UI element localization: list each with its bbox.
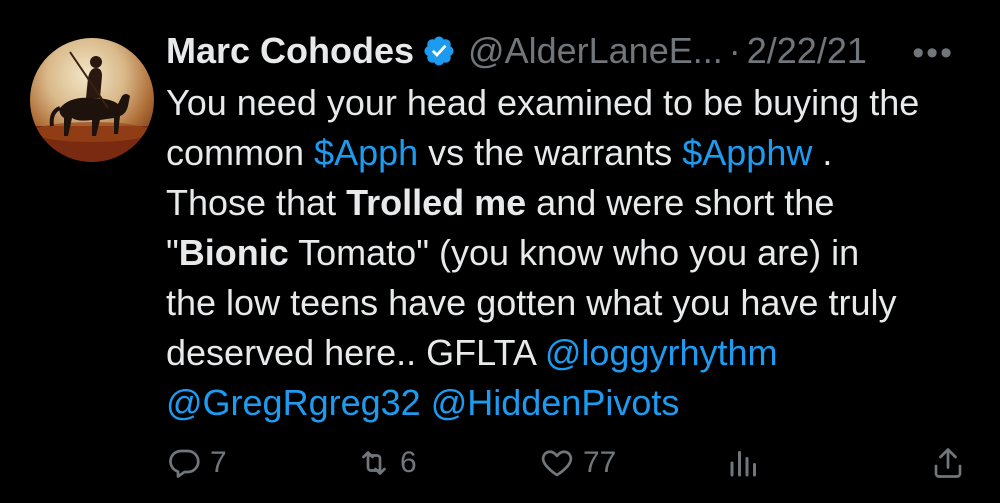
like-button[interactable]: 77 [539, 438, 616, 488]
tweet-text-line: @GregRgreg32 @HiddenPivots [166, 378, 986, 428]
text-segment: the low teens have gotten what you have … [166, 282, 897, 323]
tweet-text-line: the low teens have gotten what you have … [166, 278, 986, 328]
text-segment: deserved here.. GFLTA [166, 332, 545, 373]
text-segment: Those that [166, 182, 347, 223]
bold-text: Trolled me [346, 182, 527, 223]
action-bar: 7 6 77 [166, 438, 986, 488]
tweet-text-line: "Bionic Tomato" (you know who you are) i… [166, 228, 986, 278]
header-separator: · [728, 30, 741, 71]
tweet-date[interactable]: 2/22/21 [747, 30, 867, 72]
tweet-header: Marc Cohodes @AlderLaneE... · 2/22/21 ••… [166, 26, 980, 76]
tweet-text-line: common $Apph vs the warrants $Apphw . [166, 128, 986, 178]
cashtag-link[interactable]: $Apph [314, 132, 418, 173]
mention-link[interactable]: @loggyrhythm [545, 332, 778, 373]
views-icon [730, 451, 756, 477]
text-segment: Tomato" (you know who you are) in [288, 232, 860, 273]
mention-link[interactable]: @HiddenPivots [431, 382, 680, 423]
tweet-text-line: You need your head examined to be buying… [166, 78, 986, 128]
text-segment [421, 382, 431, 423]
text-segment: common [166, 132, 315, 173]
cashtag-link[interactable]: $Apphw [682, 132, 812, 173]
views-button[interactable] [726, 438, 762, 488]
reply-button[interactable]: 7 [166, 438, 227, 488]
retweet-icon [362, 451, 386, 475]
retweet-count: 6 [400, 446, 417, 479]
tweet-text-line: Those that Trolled me and were short the [166, 178, 986, 228]
text-segment: and were short the [526, 182, 835, 223]
reply-icon [169, 449, 200, 478]
author-handle[interactable]: @AlderLaneE... [468, 30, 723, 72]
bold-text: Bionic [178, 232, 289, 273]
reply-count: 7 [210, 446, 227, 479]
tweet-text: You need your head examined to be buying… [166, 78, 986, 428]
text-segment: " [166, 232, 179, 273]
mention-link[interactable]: @GregRgreg32 [166, 382, 421, 423]
retweet-button[interactable]: 6 [356, 438, 417, 488]
text-segment: You need your head examined to be buying… [166, 82, 920, 123]
more-options-icon[interactable]: ••• [912, 34, 954, 73]
share-icon [934, 448, 962, 478]
like-count: 77 [583, 446, 617, 479]
verified-badge-icon [422, 34, 456, 68]
tweet-text-line: deserved here.. GFLTA @loggyrhythm [166, 328, 986, 378]
author-name[interactable]: Marc Cohodes [166, 30, 414, 72]
avatar[interactable] [30, 38, 154, 162]
heart-icon [541, 450, 573, 477]
share-button[interactable] [930, 438, 966, 488]
text-segment: vs the warrants [418, 132, 683, 173]
text-segment: . [812, 132, 833, 173]
horseman-avatar-image [30, 51, 154, 162]
